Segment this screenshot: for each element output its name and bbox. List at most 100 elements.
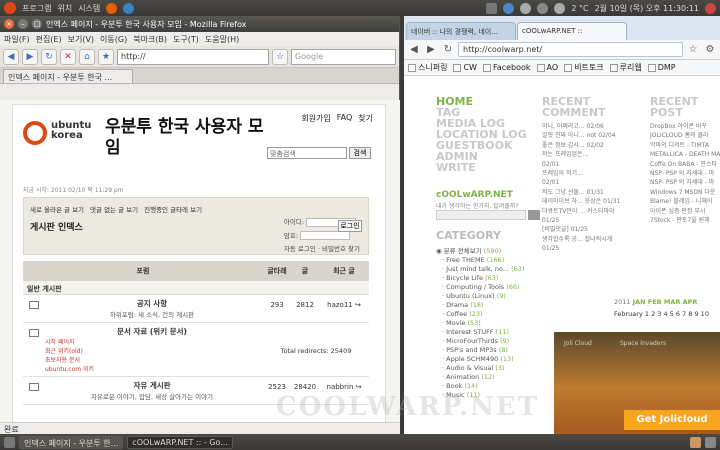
maximize-icon[interactable]: □ — [32, 19, 42, 29]
google-search-button[interactable]: 검색 — [349, 147, 371, 159]
reload-icon[interactable]: ↻ — [41, 48, 57, 65]
jolicloud-ad[interactable]: Joli Cloud Space Invaders Get Jolicloud — [554, 332, 720, 434]
close-icon[interactable]: × — [4, 19, 14, 29]
menu-places[interactable]: 위치 — [57, 3, 72, 14]
calendar-months[interactable]: JAN FEB MAR APR — [633, 298, 698, 306]
forum-name[interactable]: 자유 게시판 — [45, 380, 259, 391]
category-item[interactable]: · Just mind talk, no... (63) — [436, 265, 524, 274]
google-search-input[interactable]: 맞춤검색 — [267, 147, 347, 159]
board-index-link[interactable]: 게시판 인덱스 — [30, 220, 83, 233]
volume-icon[interactable] — [537, 2, 549, 14]
recent-comment-item[interactable]: 생각합수록 공... 잡냐적시게 — [542, 235, 634, 244]
recent-post-item[interactable]: NSP- PSP 의 자세대 - 마 — [650, 169, 720, 178]
home-icon[interactable]: ⌂ — [79, 48, 95, 65]
logo-text[interactable]: ubuntu korea — [51, 121, 91, 141]
menu-view[interactable]: 보기(V) — [68, 34, 94, 45]
back-icon[interactable]: ◀ — [3, 48, 19, 65]
category-item[interactable]: · Drama (18) — [436, 301, 524, 310]
mail-icon[interactable] — [520, 2, 532, 14]
register-link[interactable]: 회원가입 — [301, 113, 330, 124]
category-item[interactable]: · Book (14) — [436, 382, 524, 391]
category-item[interactable]: · Audio & Visual (3) — [436, 364, 524, 373]
menu-system[interactable]: 시스템 — [78, 3, 100, 14]
category-item[interactable]: · Movie (53) — [436, 319, 524, 328]
forgot-password-link[interactable]: 비밀번호 찾기 — [322, 245, 360, 253]
recent-comment-item[interactable]: 좋은 정보 감사... 02/02 — [542, 141, 634, 150]
bookmark-item[interactable]: AO — [536, 63, 558, 72]
task-chrome[interactable]: cOOLwARP.NET :: - Go... — [127, 435, 233, 449]
auto-login-checkbox[interactable]: 자동 로그인 — [284, 245, 316, 253]
addon-icon[interactable]: ★ — [98, 48, 114, 65]
reload-icon[interactable]: ↻ — [441, 43, 455, 57]
recent-post-item[interactable]: 7Stock - 판토7을 원해 — [650, 216, 720, 225]
recent-comment-item[interactable]: 더큐트TV만이 ... 커스터마이 — [542, 207, 634, 216]
back-icon[interactable]: ◀ — [407, 43, 421, 57]
calendar-row[interactable]: February 1 2 3 4 5 6 7 8 9 10 — [614, 310, 709, 318]
table-row[interactable]: 공지 사항 하위포럼: 새 소식, 건의 게시판 293 2812 hazo11… — [23, 295, 369, 323]
recent-post-item[interactable]: Blame! 블레임 - 니헤이 — [650, 197, 720, 206]
recent-post-item[interactable]: METALLICA - DEATH MA — [650, 150, 720, 159]
category-item[interactable]: · Bicycle Life (63) — [436, 274, 524, 283]
bookmark-item[interactable]: 스니퍼링 — [408, 62, 447, 73]
recent-post-item[interactable]: NSP- PSP 의 자세대 - 마 — [650, 178, 720, 187]
bookmark-item[interactable]: CW — [453, 63, 477, 72]
recent-comment-item[interactable]: 프레임의 학기... — [542, 169, 634, 178]
menu-applications[interactable]: 프로그램 — [22, 3, 51, 14]
menu-help[interactable]: 도움말(H) — [205, 34, 239, 45]
recent-post-item[interactable]: 악마의 디저트 - TIMTA — [650, 141, 720, 150]
task-firefox[interactable]: 인덱스 페이지 - 우분투 한... — [19, 435, 124, 449]
active-topics-link[interactable]: 진행중인 글타래 보기 — [144, 204, 202, 214]
menu-tools[interactable]: 도구(T) — [173, 34, 199, 45]
category-item[interactable]: · Coffee (23) — [436, 310, 524, 319]
blog-search-button[interactable] — [528, 210, 540, 220]
category-item[interactable]: · Ubuntu (Linux) (9) — [436, 292, 524, 301]
category-item[interactable]: · MicroFourThirds (9) — [436, 337, 524, 346]
stop-icon[interactable]: ✕ — [60, 48, 76, 65]
recent-comment-item[interactable]: 저도 그냥 선물... 01/31 — [542, 188, 634, 197]
blog-search-input[interactable] — [436, 210, 526, 220]
recent-comment-item[interactable]: 01/25 — [542, 244, 634, 253]
ubuntu-korea-logo-icon[interactable] — [23, 121, 47, 145]
table-row[interactable]: 문서 자료 (위키 문서) 시작 페이지 최근 위키(old) 초보자용 문서 … — [23, 323, 369, 377]
wiki-link[interactable]: 초보자용 문서 — [45, 355, 259, 364]
menu-go[interactable]: 이동(G) — [100, 34, 127, 45]
firefox-tab-index[interactable]: 인덱스 페이지 - 우분투 한국 ... — [3, 69, 133, 83]
bookmark-item[interactable]: Facebook — [482, 63, 531, 72]
category-item[interactable]: · Interest STUFF (11) — [436, 328, 524, 337]
get-jolicloud-button[interactable]: Get Jolicloud — [624, 410, 720, 430]
forward-icon[interactable]: ▶ — [424, 43, 438, 57]
workspace-icon[interactable] — [690, 436, 701, 448]
recent-comment-item[interactable]: 데이미이브 하... 응상은 01/31 — [542, 197, 634, 206]
category-item[interactable]: · PSP's and MP3s (8) — [436, 346, 524, 355]
menu-edit[interactable]: 편집(E) — [36, 34, 62, 45]
wiki-link[interactable]: 최근 위키(old) — [45, 346, 259, 355]
category-item[interactable]: · Apple SCHM490 (13) — [436, 355, 524, 364]
recent-comment-item[interactable]: 02/01 — [542, 160, 634, 169]
bluetooth-icon[interactable] — [503, 2, 515, 14]
recent-comment-item[interactable]: [비밀댓글] 01/25 — [542, 225, 634, 234]
firefox-search-box[interactable]: Google — [291, 48, 396, 65]
category-item[interactable]: ◉ 분류 전체보기 (590) — [436, 247, 524, 256]
help-launcher-icon[interactable] — [123, 2, 135, 14]
wrench-icon[interactable]: ⚙ — [703, 43, 717, 57]
forward-icon[interactable]: ▶ — [22, 48, 38, 65]
recent-post-item[interactable]: Coffe On BABA - 안스타 — [650, 160, 720, 169]
power-icon[interactable] — [705, 2, 716, 14]
minimize-icon[interactable]: – — [18, 19, 28, 29]
bookmark-item[interactable]: 루리웹 — [609, 62, 642, 73]
chrome-tab-naver[interactable]: 네이버 :: 나의 경쟁력, 네이... — [406, 22, 516, 40]
recent-comment-item[interactable]: 02/01 — [542, 178, 634, 187]
firefox-launcher-icon[interactable] — [106, 2, 118, 14]
forum-name[interactable]: 공지 사항 — [45, 298, 259, 309]
bookmark-star-icon[interactable]: ☆ — [272, 48, 288, 65]
network-icon[interactable] — [486, 2, 498, 14]
blog-name[interactable]: cOOLwARP.NET — [436, 190, 513, 200]
clock[interactable]: 2월 10일 (목) 오후 11:30:11 — [595, 3, 699, 14]
category-item[interactable]: · Free THEME (166) — [436, 256, 524, 265]
recent-comment-item[interactable]: 얼핏 진짜 아니... not 02/04 — [542, 131, 634, 140]
recent-comment-item[interactable]: 저는 프레임업은... — [542, 150, 634, 159]
show-desktop-icon[interactable] — [4, 436, 15, 448]
recent-post-item[interactable]: Windows 7 MSDN 다운 — [650, 188, 720, 197]
search-link[interactable]: 찾기 — [358, 113, 373, 124]
chrome-url-bar[interactable]: http://coolwarp.net/ — [458, 42, 683, 57]
